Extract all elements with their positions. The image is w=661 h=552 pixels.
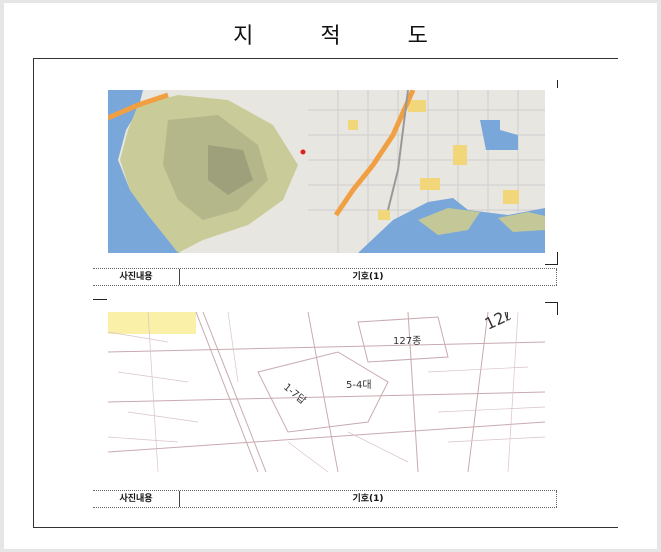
corner-mark bbox=[93, 299, 107, 302]
corner-mark bbox=[545, 80, 558, 88]
caption-row: 사진내용 기호(1) bbox=[93, 268, 557, 286]
corner-mark bbox=[545, 252, 558, 265]
map-annotation: 5-4대 bbox=[346, 379, 372, 391]
caption-row: 사진내용 기호(1) bbox=[93, 490, 557, 508]
document-title: 지 적 도 bbox=[233, 24, 458, 49]
caption-value: 기호(1) bbox=[180, 269, 557, 285]
caption-label: 사진내용 bbox=[93, 491, 180, 507]
caption-value: 기호(1) bbox=[180, 491, 557, 507]
corner-mark bbox=[545, 302, 558, 315]
caption-label: 사진내용 bbox=[93, 269, 180, 285]
cadastral-map-image: 127종 5-4대 1-7답 12ℓ bbox=[108, 312, 545, 472]
aerial-map-image bbox=[108, 90, 545, 253]
map-annotation: 127종 bbox=[393, 335, 421, 347]
